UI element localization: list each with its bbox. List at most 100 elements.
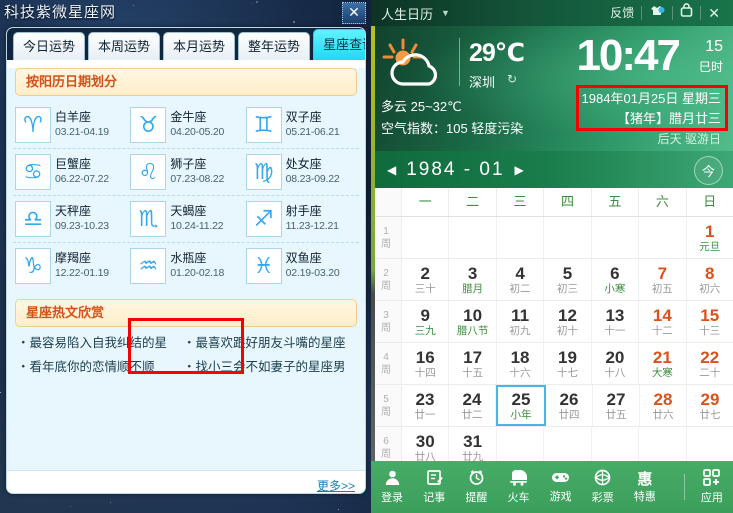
toolbar-discount[interactable]: 惠 特惠: [624, 470, 666, 504]
next-month-button[interactable]: ▶: [515, 163, 524, 177]
calendar-day-23[interactable]: 23 廿一: [402, 385, 449, 426]
day-lunar-label: 初二: [509, 282, 531, 295]
calendar-day-25[interactable]: 25 小年: [496, 385, 546, 426]
day-lunar-label: 初五: [651, 282, 673, 295]
calendar-day-3[interactable]: 3 腊月: [449, 259, 497, 300]
today-button[interactable]: 今: [694, 156, 723, 185]
calendar-day-17[interactable]: 17 十五: [449, 343, 497, 384]
lock-icon[interactable]: [673, 0, 700, 26]
feedback-button[interactable]: 反馈: [603, 0, 641, 26]
skin-icon[interactable]: [642, 0, 672, 26]
calendar-day-13[interactable]: 13 十一: [592, 301, 640, 342]
solar-date-line: 1984年01月25日 星期三: [581, 91, 721, 106]
day-number: 10: [463, 305, 483, 325]
tab-month[interactable]: 本月运势: [163, 32, 236, 60]
day-lunar-label: 初三: [556, 282, 578, 295]
toolbar-apps[interactable]: 应用: [691, 469, 733, 505]
toolbar-train[interactable]: 火车: [497, 469, 539, 505]
calendar-day-27[interactable]: 27 廿五: [593, 385, 640, 426]
lunar-hour-number: 15: [705, 38, 723, 55]
toolbar-games[interactable]: 游戏: [540, 470, 582, 504]
calendar-day-empty: [497, 217, 545, 258]
toolbar-notes[interactable]: 记事: [413, 469, 455, 505]
hot-article-link[interactable]: ・找小三会不如妻子的星座男: [183, 355, 349, 379]
calendar-day-8[interactable]: 8 初六: [687, 259, 733, 300]
sign-name: 巨蟹座: [55, 157, 92, 171]
alarm-icon: [468, 469, 485, 490]
day-number: 23: [415, 389, 435, 409]
sign-item-aquarius[interactable]: ♒ 水瓶座 01.20-02.18: [128, 243, 243, 289]
calendar-day-24[interactable]: 24 廿二: [449, 385, 496, 426]
calendar-day-20[interactable]: 20 十八: [592, 343, 640, 384]
calendar-day-29[interactable]: 29 廿七: [687, 385, 733, 426]
sign-date: 11.23-12.21: [285, 220, 339, 232]
sign-item-taurus[interactable]: ♉ 金牛座 04.20-05.20: [128, 102, 243, 148]
calendar-day-2[interactable]: 2 三十: [402, 259, 450, 300]
close-icon[interactable]: ✕: [701, 0, 727, 26]
sign-date: 07.23-08.22: [170, 173, 225, 185]
calendar-day-11[interactable]: 11 初九: [497, 301, 545, 342]
sign-item-pisces[interactable]: ♓ 双鱼座 02.19-03.20: [244, 243, 359, 289]
calendar-day-14[interactable]: 14 十二: [639, 301, 687, 342]
hot-row: ・最容易陷入自我纠结的星 ・最喜欢跟好朋友斗嘴的星座: [17, 331, 355, 355]
note-icon: [426, 469, 443, 490]
calendar-day-9[interactable]: 9 三九: [402, 301, 450, 342]
calendar-day-28[interactable]: 28 廿六: [640, 385, 687, 426]
chevron-down-icon[interactable]: ▼: [441, 8, 450, 18]
sign-item-capricorn[interactable]: ♑ 摩羯座 12.22-01.19: [13, 243, 128, 289]
calendar-day-15[interactable]: 15 十三: [687, 301, 733, 342]
cancer-icon: ♋: [15, 154, 51, 190]
tab-today[interactable]: 今日运势: [13, 32, 86, 60]
calendar-day-4[interactable]: 4 初二: [497, 259, 545, 300]
sign-item-sagittarius[interactable]: ♐ 射手座 11.23-12.21: [244, 196, 359, 242]
sign-item-cancer[interactable]: ♋ 巨蟹座 06.22-07.22: [13, 149, 128, 195]
prev-month-button[interactable]: ◀: [387, 163, 396, 177]
calendar-day-12[interactable]: 12 初十: [544, 301, 592, 342]
hot-article-link[interactable]: ・最喜欢跟好朋友斗嘴的星座: [183, 331, 349, 355]
sign-name: 狮子座: [170, 157, 207, 171]
tab-week[interactable]: 本周运势: [88, 32, 161, 60]
calendar-day-1[interactable]: 1 元旦: [687, 217, 733, 258]
sign-item-aries[interactable]: ♈ 白羊座 03.21-04.19: [13, 102, 128, 148]
weekday-header-row: 一 二 三 四 五 六 日: [371, 188, 733, 217]
calendar-day-6[interactable]: 6 小寒: [592, 259, 640, 300]
calendar-day-21[interactable]: 21 大寒: [639, 343, 687, 384]
sign-item-gemini[interactable]: ♊ 双子座 05.21-06.21: [244, 102, 359, 148]
sign-item-scorpio[interactable]: ♏ 天蝎座 10.24-11.22: [128, 196, 243, 242]
apps-icon: [703, 469, 721, 490]
toolbar-reminder[interactable]: 提醒: [455, 469, 497, 505]
calendar-day-19[interactable]: 19 十七: [544, 343, 592, 384]
section-title-hot-articles: 星座热文欣赏: [15, 299, 357, 327]
calendar-day-16[interactable]: 16 十四: [402, 343, 450, 384]
more-link[interactable]: 更多>>: [317, 477, 355, 493]
tab-year[interactable]: 整年运势: [238, 32, 311, 60]
calendar-day-22[interactable]: 22 二十: [687, 343, 733, 384]
toolbar-login[interactable]: 登录: [371, 469, 413, 505]
tab-zodiac-query[interactable]: 星座查询: [313, 29, 365, 60]
calendar-day-10[interactable]: 10 腊八节: [449, 301, 497, 342]
hot-article-link[interactable]: ・看年底你的恋情顺不顺: [17, 355, 183, 379]
weekday-sun: 日: [703, 194, 717, 209]
gamepad-icon: [551, 470, 570, 489]
temperature: 29℃: [469, 39, 525, 67]
toolbar-label: 彩票: [591, 492, 614, 504]
calendar-day-5[interactable]: 5 初三: [544, 259, 592, 300]
calendar-day-26[interactable]: 26 廿四: [546, 385, 593, 426]
day-number: 3: [467, 263, 478, 283]
refresh-icon[interactable]: ↻: [507, 72, 517, 86]
sign-date: 01.20-02.18: [170, 267, 225, 279]
calendar-day-7[interactable]: 7 初五: [639, 259, 687, 300]
calendar-day-18[interactable]: 18 十六: [497, 343, 545, 384]
month-label: 1984 - 01: [406, 158, 505, 180]
sign-item-libra[interactable]: ♎ 天秤座 09.23-10.23: [13, 196, 128, 242]
sign-item-leo[interactable]: ♌ 狮子座 07.23-08.22: [128, 149, 243, 195]
toolbar-lottery[interactable]: 彩票: [582, 469, 624, 505]
sign-item-virgo[interactable]: ♍ 处女座 08.23-09.22: [244, 149, 359, 195]
toolbar-label: 登录: [381, 492, 404, 504]
day-lunar-label: 腊八节: [456, 324, 489, 337]
hot-article-link[interactable]: ・最容易陷入自我纠结的星: [17, 331, 183, 355]
calendar-header: 29℃ 深圳 ↻ 多云 25~32℃ 空气指数：105 轻度污染 10:47 1…: [371, 26, 733, 151]
day-number: 24: [462, 389, 482, 409]
window-close-button[interactable]: ✕: [342, 2, 366, 24]
city-name[interactable]: 深圳: [469, 72, 495, 91]
